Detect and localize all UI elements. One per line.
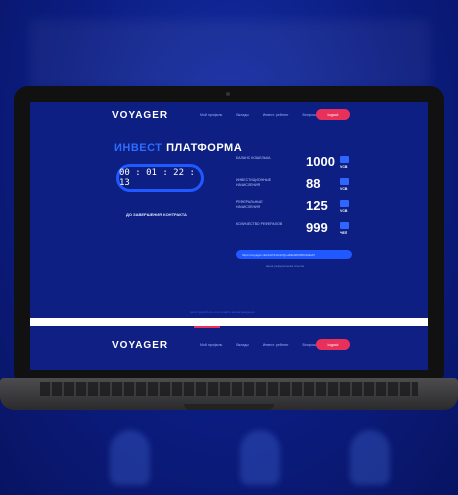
stat-value: 88: [306, 176, 321, 191]
camera-icon: [226, 92, 230, 96]
divider-white: [30, 318, 428, 326]
referral-note: ваша реферальная ссылка: [266, 264, 304, 268]
title-accent: ИНВЕСТ: [114, 142, 163, 154]
stat-label: КОЛИЧЕСТВО РЕФЕРАЛОВ: [236, 222, 283, 226]
logout-button[interactable]: logout: [316, 109, 350, 120]
timer-caption: ДО ЗАВЕРШЕНИЯ КОНТРАКТА: [126, 212, 187, 217]
page-title: ИНВЕСТ ПЛАТФОРМА: [114, 142, 242, 154]
stat-referrals-count: КОЛИЧЕСТВО РЕФЕРАЛОВ 999 ЧЕЛ: [236, 220, 366, 240]
logo-text: VOYAGER: [112, 110, 169, 121]
referral-link[interactable]: https://voyager.club/ref/rFHc22Qou2fEd20…: [236, 250, 352, 259]
logo[interactable]: VOYAGER: [112, 110, 168, 121]
logo-text: VOYAGER: [112, 340, 169, 351]
laptop-display: VOYAGER Мой профиль Вклады Инвест. рейти…: [14, 86, 444, 386]
nav-links: Мой профиль Вклады Инвест. рейтинг Вопро…: [200, 113, 332, 117]
top-nav: VOYAGER Мой профиль Вклады Инвест. рейти…: [30, 102, 428, 128]
footer-text: регистрируйтесь и получайте вознагражден…: [190, 310, 255, 314]
people-icon: [340, 222, 349, 229]
nav-link-profile[interactable]: Мой профиль: [200, 343, 222, 347]
stat-wallet: БАЛАНС КОШЕЛЬКА 1000 VCB: [236, 154, 366, 174]
stat-value: 999: [306, 220, 328, 235]
stat-value: 1000: [306, 154, 335, 169]
nav-link-rating[interactable]: Инвест. рейтинг: [263, 113, 289, 117]
stat-label: ИНВЕСТИЦИОННЫЕ НАЧИСЛЕНИЯ: [236, 178, 272, 187]
countdown-timer: 00 : 01 : 22 : 13: [116, 164, 204, 192]
person-icon: [110, 430, 150, 485]
nav-link-deposits[interactable]: Вклады: [236, 113, 248, 117]
stat-value: 125: [306, 198, 328, 213]
coins-icon: [340, 200, 349, 207]
stat-invest: ИНВЕСТИЦИОННЫЕ НАЧИСЛЕНИЯ 88 VCB: [236, 176, 366, 196]
nav-link-rating[interactable]: Инвест. рейтинг: [263, 343, 289, 347]
bottom-nav: VOYAGER Мой профиль Вклады Инвест. рейти…: [30, 328, 428, 370]
keyboard: [40, 382, 418, 396]
nav-links: Мой профиль Вклады Инвест. рейтинг Вопро…: [200, 343, 332, 347]
logout-button[interactable]: logout: [316, 339, 350, 350]
background-blur: [30, 20, 430, 90]
person-icon: [240, 430, 280, 485]
nav-link-profile[interactable]: Мой профиль: [200, 113, 222, 117]
laptop-notch: [184, 404, 274, 410]
person-icon: [350, 430, 390, 485]
coins-icon: [340, 178, 349, 185]
stat-unit: VCB: [340, 165, 348, 169]
stat-unit: ЧЕЛ: [340, 231, 348, 235]
wallet-icon: [340, 156, 349, 163]
screen: VOYAGER Мой профиль Вклады Инвест. рейти…: [30, 102, 428, 370]
stat-label: БАЛАНС КОШЕЛЬКА: [236, 156, 271, 160]
stat-unit: VCB: [340, 187, 348, 191]
stat-unit: VCB: [340, 209, 348, 213]
stat-label: РЕФЕРАЛЬНЫЕ НАЧИСЛЕНИЯ: [236, 200, 263, 209]
nav-link-deposits[interactable]: Вклады: [236, 343, 248, 347]
title-rest: ПЛАТФОРМА: [166, 142, 243, 154]
stat-referral: РЕФЕРАЛЬНЫЕ НАЧИСЛЕНИЯ 125 VCB: [236, 198, 366, 218]
logo[interactable]: VOYAGER: [112, 340, 168, 351]
